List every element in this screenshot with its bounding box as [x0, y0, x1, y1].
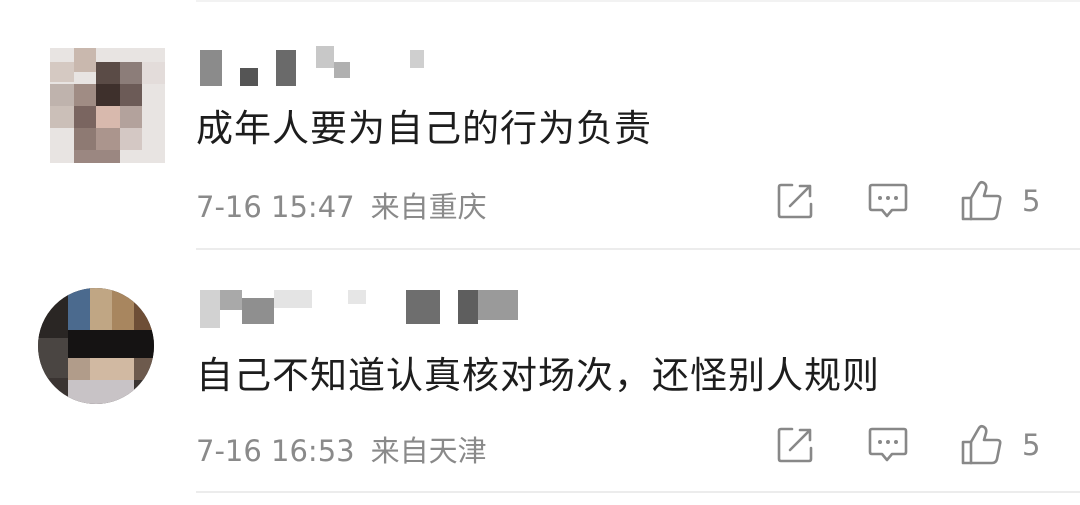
share-icon [777, 427, 813, 463]
avatar[interactable] [38, 288, 154, 404]
comment-icon [868, 183, 908, 218]
comment-text: 成年人要为自己的行为负责 [196, 107, 652, 150]
like-icon [961, 180, 1002, 221]
share-icon [777, 183, 813, 219]
username-blurred[interactable] [200, 290, 520, 330]
avatar[interactable] [50, 48, 165, 163]
like-button[interactable]: 5 [960, 424, 1040, 466]
comment-time: 7-16 16:53 [196, 434, 355, 468]
username-blurred[interactable] [200, 46, 440, 86]
comment-text: 自己不知道认真核对场次，还怪别人规则 [196, 354, 880, 397]
like-count: 5 [1022, 428, 1041, 462]
share-button[interactable] [776, 426, 814, 464]
comment-location: 来自天津 [370, 434, 487, 468]
comment-icon [868, 427, 908, 462]
like-icon [961, 424, 1002, 465]
comment-item: 成年人要为自己的行为负责 7-16 15:47 来自重庆 5 [0, 0, 1080, 248]
share-button[interactable] [776, 182, 814, 220]
like-count: 5 [1022, 184, 1041, 218]
comment-meta: 7-16 15:47 来自重庆 [196, 184, 487, 226]
comment-meta: 7-16 16:53 来自天津 [196, 428, 487, 470]
bottom-divider [196, 491, 1080, 493]
comment-item: 自己不知道认真核对场次，还怪别人规则 7-16 16:53 来自天津 5 [0, 250, 1080, 505]
reply-button[interactable] [868, 182, 908, 220]
reply-button[interactable] [868, 426, 908, 464]
like-button[interactable]: 5 [960, 180, 1040, 222]
comment-time: 7-16 15:47 [196, 190, 355, 224]
comment-location: 来自重庆 [370, 190, 487, 224]
